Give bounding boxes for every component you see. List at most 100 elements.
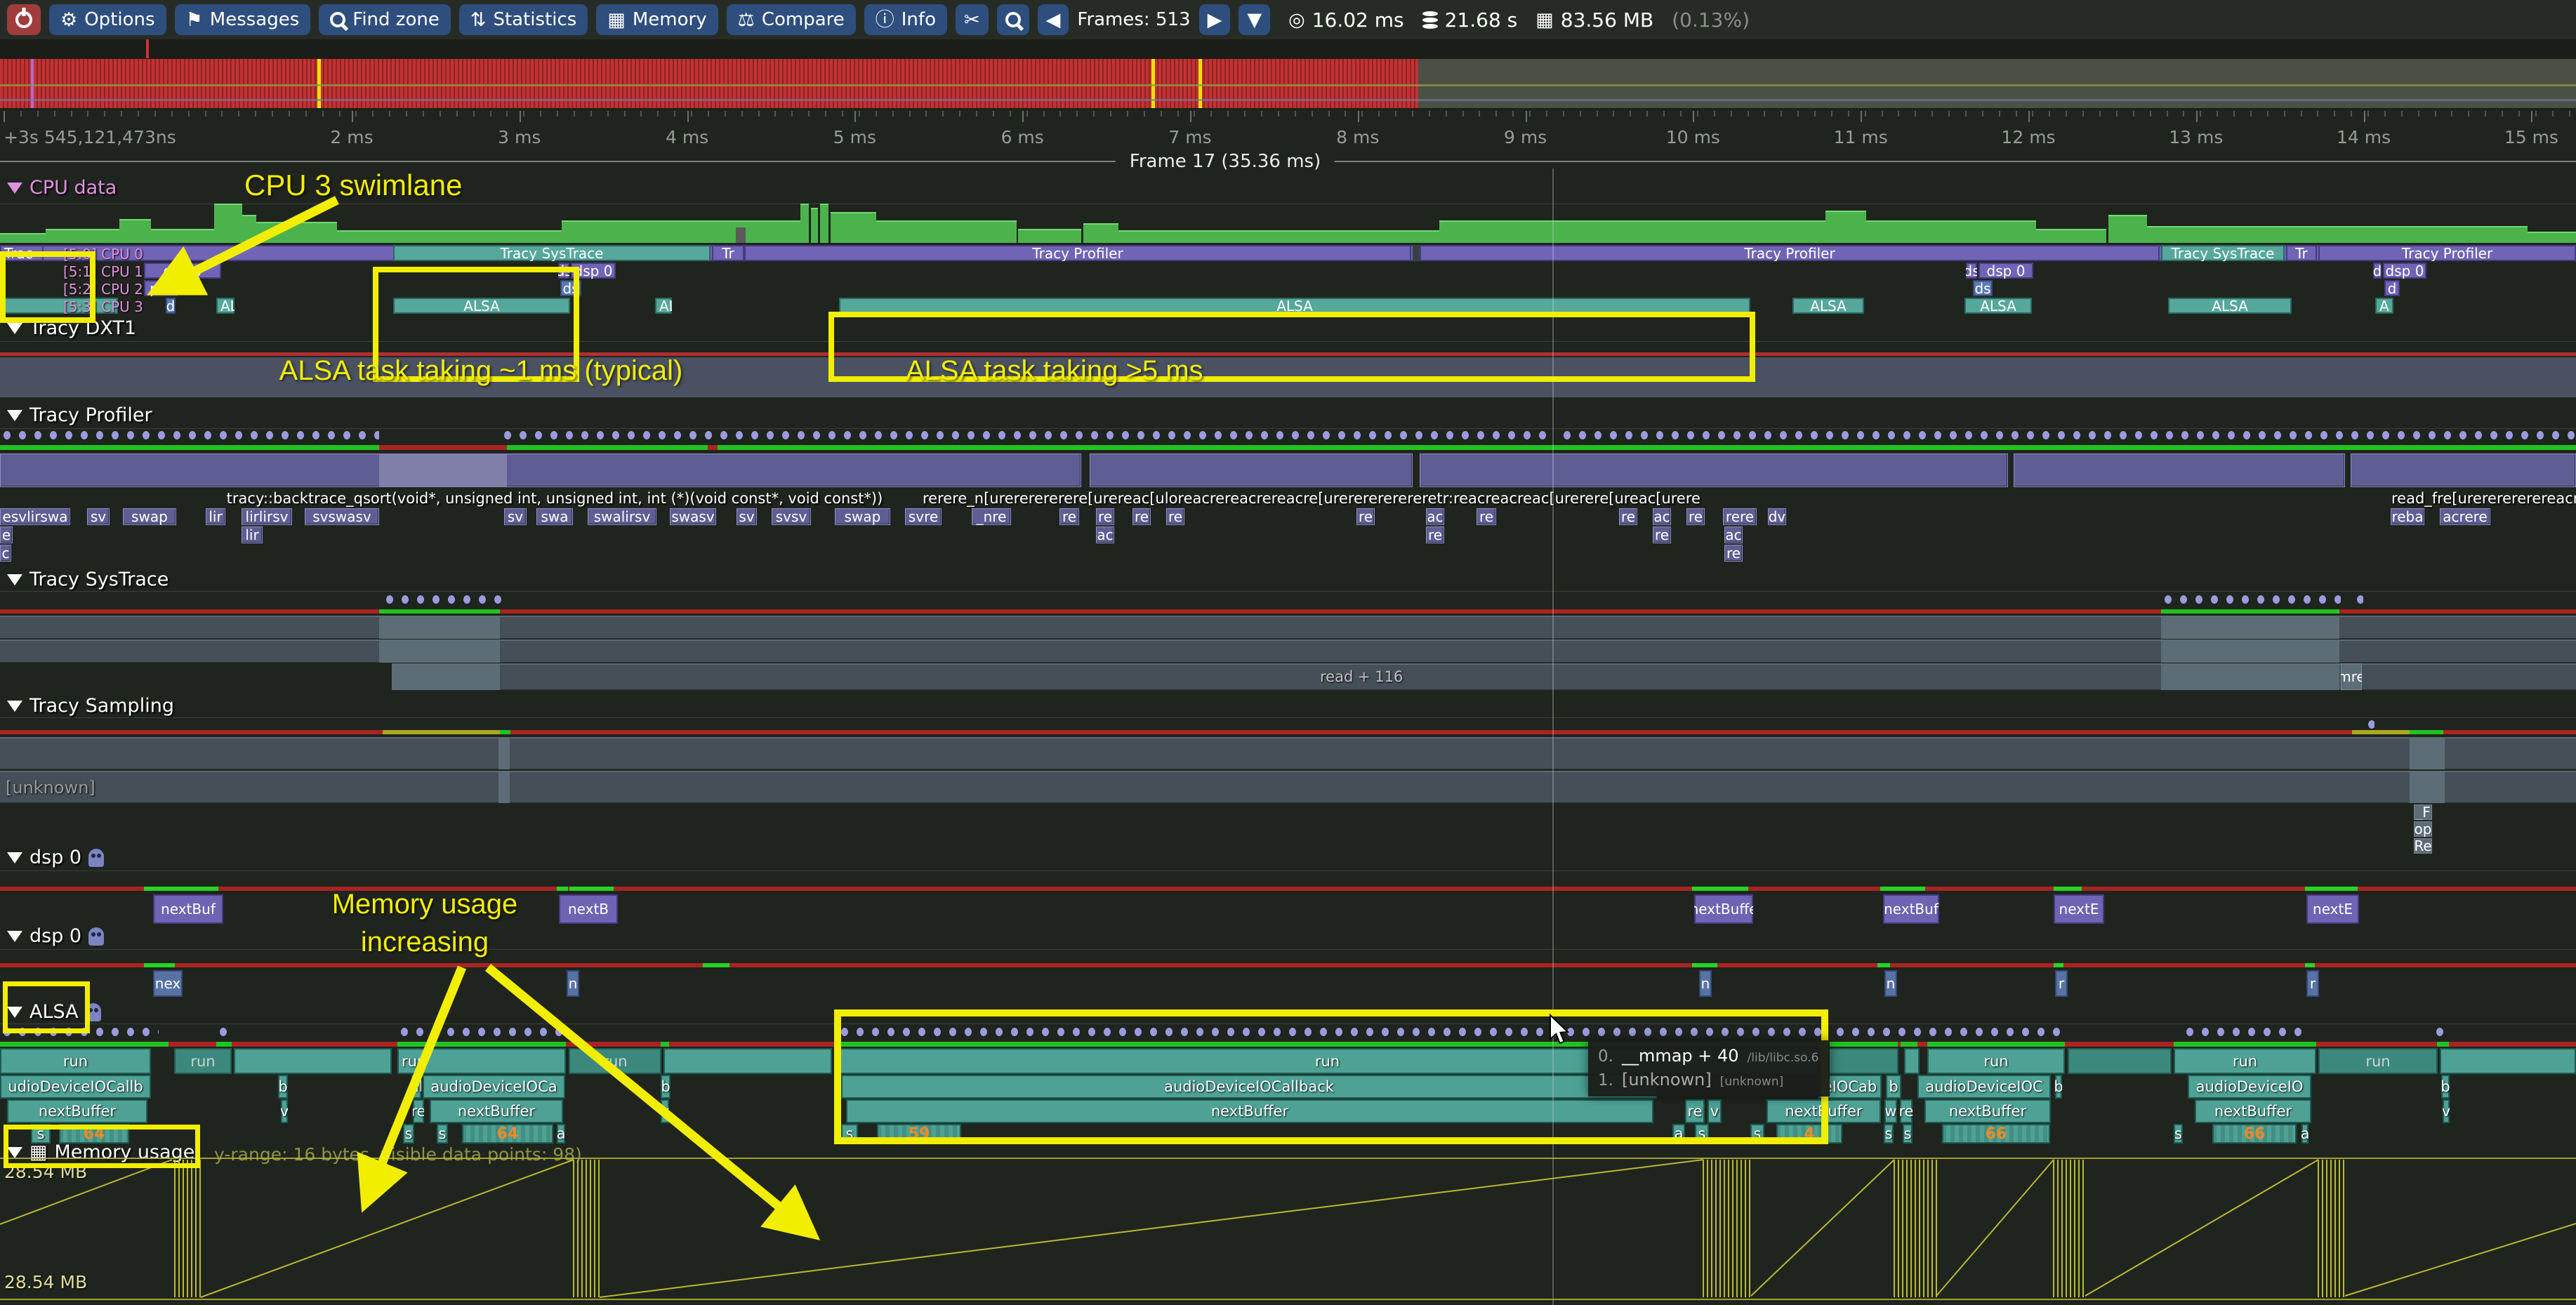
profiler-zone[interactable] bbox=[2014, 453, 2345, 487]
alsa-callback-zone[interactable]: b bbox=[278, 1075, 288, 1099]
alsa-detail-zone[interactable]: 64 bbox=[462, 1124, 553, 1144]
cpu0-zone[interactable]: Tr bbox=[2286, 245, 2317, 261]
alsa-run-zone[interactable]: run bbox=[2318, 1048, 2438, 1074]
section-header-tracy-systrace[interactable]: Tracy SysTrace bbox=[7, 569, 169, 590]
alsa-callback-zone[interactable]: b bbox=[2055, 1075, 2062, 1099]
profiler-zone[interactable]: re bbox=[1426, 526, 1444, 543]
alsa-nextbuffer-zone[interactable]: re bbox=[1900, 1099, 1913, 1123]
info-button[interactable]: ⓘInfo bbox=[864, 4, 947, 35]
profiler-zone[interactable]: svsv bbox=[772, 508, 811, 525]
profiler-zone[interactable]: ac bbox=[1653, 508, 1671, 525]
alsa-callback-zone[interactable]: b bbox=[2441, 1075, 2450, 1099]
alsa-callback-zone[interactable]: b bbox=[1886, 1075, 1901, 1099]
profiler-zone[interactable]: re bbox=[1653, 526, 1671, 543]
alsa-detail-zone[interactable]: a bbox=[2301, 1124, 2309, 1144]
alsa-detail-zone[interactable]: s bbox=[403, 1124, 414, 1144]
cpu2-zone[interactable]: ds bbox=[1973, 280, 1993, 296]
sampling-zone[interactable] bbox=[0, 771, 2576, 803]
profiler-zone[interactable]: ac bbox=[1724, 526, 1743, 543]
profiler-zone[interactable]: re bbox=[1059, 508, 1079, 525]
dsp1-zone[interactable]: nextBuffe bbox=[1694, 894, 1753, 924]
alsa-run-zone[interactable]: run bbox=[2174, 1048, 2316, 1074]
dsp2-zone[interactable]: nex bbox=[153, 970, 183, 997]
alsa-detail-zone[interactable]: a bbox=[557, 1124, 565, 1144]
section-header-dsp0-2[interactable]: dsp 0 bbox=[7, 925, 104, 947]
cpu3-zone[interactable]: ALSA bbox=[1792, 298, 1864, 314]
alsa-run-zone[interactable] bbox=[1904, 1048, 1920, 1074]
dsp2-zone[interactable]: r bbox=[2055, 970, 2068, 997]
sample-dots[interactable] bbox=[397, 1028, 567, 1037]
profiler-zone[interactable]: swa bbox=[536, 508, 573, 525]
options-button[interactable]: ⚙Options bbox=[49, 4, 166, 35]
sampling-stack-zone[interactable]: _F bbox=[2414, 804, 2432, 820]
alsa-callback-zone[interactable]: udioDeviceIOCallb bbox=[0, 1075, 151, 1099]
sampling-stack-zone[interactable]: Re bbox=[2414, 838, 2432, 854]
cpu0-zone[interactable]: Tracy SysTrace bbox=[2161, 245, 2285, 261]
alsa-run-zone[interactable]: run bbox=[397, 1048, 566, 1074]
dsp1-zone[interactable]: nextE bbox=[2054, 894, 2104, 924]
section-header-tracy-profiler[interactable]: Tracy Profiler bbox=[7, 404, 152, 426]
profiler-zone[interactable]: lir bbox=[206, 508, 225, 525]
profiler-zone[interactable]: ac bbox=[1426, 508, 1444, 525]
sample-dots[interactable] bbox=[216, 1028, 230, 1037]
sample-dots[interactable] bbox=[2365, 720, 2374, 729]
profiler-zone[interactable]: reba bbox=[2391, 508, 2424, 525]
cpu0-zone[interactable]: Tracy Profiler bbox=[2318, 245, 2576, 261]
alsa-nextbuffer-zone[interactable]: re bbox=[413, 1099, 424, 1123]
find-zone-button[interactable]: Find zone bbox=[319, 4, 451, 35]
alsa-detail-zone[interactable]: s bbox=[1884, 1124, 1894, 1144]
alsa-nextbuffer-zone[interactable]: nextBuffer bbox=[7, 1099, 147, 1123]
sampling-zone[interactable] bbox=[2410, 771, 2445, 803]
alsa-nextbuffer-zone[interactable]: v bbox=[661, 1099, 669, 1123]
alsa-callback-zone[interactable]: audioDeviceIOCa bbox=[423, 1075, 565, 1099]
sample-dots[interactable] bbox=[1560, 431, 2576, 440]
sampling-zone[interactable] bbox=[2410, 737, 2445, 769]
profiler-zone[interactable]: dv bbox=[1768, 508, 1786, 525]
cpu1-zone[interactable]: dsp 0 bbox=[1979, 263, 2033, 279]
alsa-detail-zone[interactable]: s bbox=[1903, 1124, 1913, 1144]
section-header-cpu-data[interactable]: CPU data bbox=[7, 177, 117, 199]
profiler-zone[interactable] bbox=[1090, 453, 1413, 487]
cpu0-zone[interactable]: Tracy SysTrace bbox=[393, 245, 711, 261]
profiler-zone[interactable]: lirlirsv bbox=[242, 508, 292, 525]
profiler-zone[interactable]: ac bbox=[1096, 526, 1114, 543]
cpu3-zone[interactable]: d bbox=[166, 298, 176, 314]
alsa-run-zone[interactable] bbox=[663, 1048, 832, 1074]
profiler-zone[interactable]: c bbox=[0, 545, 11, 562]
profiler-zone-label[interactable]: rerere_n[urererererere[urereac[uloreacre… bbox=[918, 489, 2386, 508]
dsp1-zone[interactable]: nextE bbox=[2306, 894, 2359, 924]
systrace-zone[interactable] bbox=[379, 640, 500, 663]
dsp2-zone[interactable]: r bbox=[2306, 970, 2319, 997]
alsa-nextbuffer-zone[interactable]: nextBuffer bbox=[1924, 1099, 2051, 1123]
memory-button[interactable]: ▦Memory bbox=[596, 4, 718, 35]
profiler-zone[interactable]: swap bbox=[123, 508, 176, 525]
power-button[interactable] bbox=[7, 4, 41, 35]
systrace-zone[interactable] bbox=[2161, 640, 2339, 663]
systrace-zone[interactable]: mre bbox=[2341, 663, 2362, 690]
alsa-detail-zone[interactable]: s bbox=[2174, 1124, 2183, 1144]
profiler-zone[interactable]: sv bbox=[737, 508, 757, 525]
cpu2-zone[interactable]: p 0 bbox=[144, 280, 178, 296]
cpu3-zone[interactable]: AL bbox=[655, 298, 672, 314]
cpu0-zone[interactable]: Tr bbox=[712, 245, 744, 261]
dsp1-zone[interactable]: nextB bbox=[559, 894, 618, 924]
sample-dots[interactable] bbox=[2161, 595, 2341, 604]
alsa-nextbuffer-zone[interactable]: v bbox=[281, 1099, 288, 1123]
zoom-button[interactable] bbox=[997, 4, 1029, 35]
sample-dots[interactable] bbox=[383, 595, 503, 604]
systrace-zone[interactable] bbox=[2161, 616, 2339, 639]
frame-dropdown-button[interactable]: ▼ bbox=[1239, 4, 1270, 35]
cpu1-zone[interactable]: ds bbox=[1966, 263, 1977, 279]
profiler-zone[interactable] bbox=[379, 453, 507, 487]
next-frame-button[interactable]: ▶ bbox=[1199, 4, 1231, 35]
alsa-callback-zone[interactable]: hl bbox=[411, 1075, 421, 1099]
systrace-zone[interactable] bbox=[2161, 663, 2339, 690]
alsa-run-zone[interactable] bbox=[1820, 1048, 1898, 1074]
cpu2-zone[interactable]: d bbox=[2384, 280, 2400, 296]
profiler-zone[interactable]: e bbox=[0, 526, 13, 543]
sampling-stack-zone[interactable]: op bbox=[2414, 821, 2432, 837]
profiler-zone-label[interactable]: tracy::backtrace_qsort(void*, unsigned i… bbox=[105, 489, 1004, 508]
dsp1-zone[interactable]: nextBuf bbox=[1883, 894, 1939, 924]
cpu1-zone[interactable]: dsp 0 bbox=[2383, 263, 2426, 279]
sample-dots[interactable] bbox=[501, 431, 1552, 440]
